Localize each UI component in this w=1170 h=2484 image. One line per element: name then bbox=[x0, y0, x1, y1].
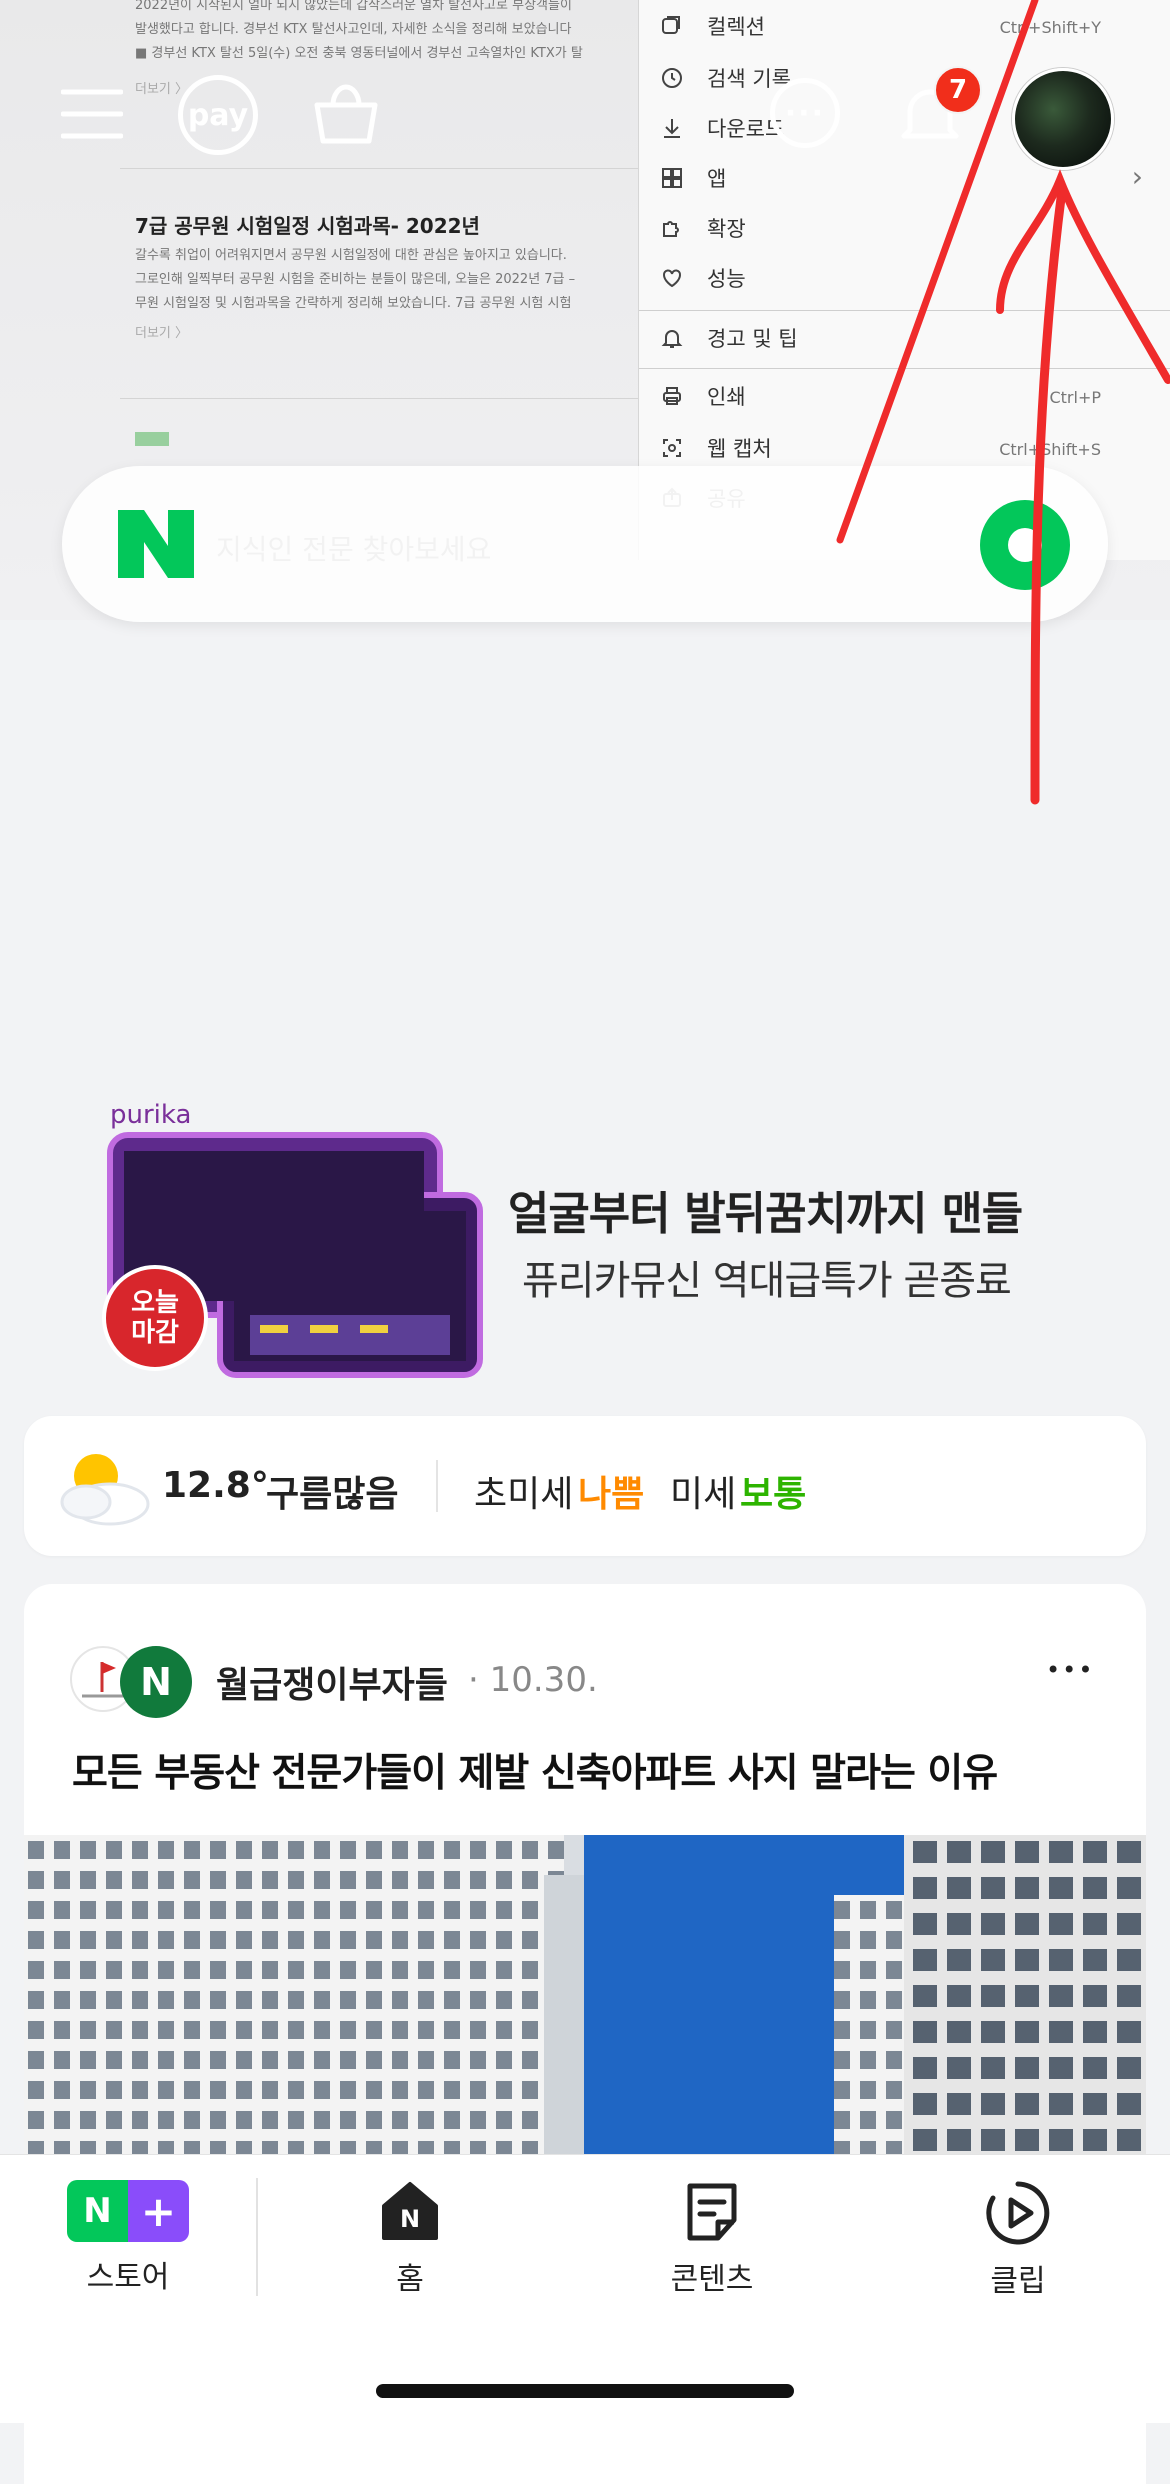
card-source-name[interactable]: 월급쟁이부자들 bbox=[216, 1656, 448, 1708]
dust-label: 미세 bbox=[670, 1474, 737, 1515]
tab-label: 콘텐츠 bbox=[670, 2262, 754, 2297]
home-icon: N bbox=[382, 2182, 438, 2240]
tab-divider bbox=[256, 2178, 258, 2296]
clip-play-icon bbox=[986, 2181, 1050, 2245]
card-more-options-icon[interactable]: ••• bbox=[1046, 1656, 1094, 1684]
fine-dust-label: 초미세 bbox=[474, 1474, 574, 1515]
tab-home[interactable]: N 홈 bbox=[310, 2180, 510, 2300]
svg-text:N: N bbox=[400, 2205, 420, 2233]
ad-subtitle[interactable]: 퓨리카뮤신 역대급특가 곧종료 bbox=[522, 1248, 1012, 1306]
naver-blog-n-icon: N bbox=[120, 1646, 192, 1718]
tab-contents[interactable]: 콘텐츠 bbox=[612, 2180, 812, 2300]
dust-value: 보통 bbox=[740, 1474, 807, 1515]
tab-label: 클립 bbox=[990, 2264, 1046, 2299]
contents-icon bbox=[687, 2183, 737, 2241]
home-indicator[interactable] bbox=[376, 2384, 794, 2398]
badge-line: 오늘 bbox=[131, 1288, 179, 1318]
weather-condition: 구름많음 bbox=[266, 1474, 399, 1515]
card-apartment-photo[interactable] bbox=[24, 1835, 1146, 2155]
red-annotation-arrow bbox=[836, 0, 1170, 805]
tab-label: 스토어 bbox=[86, 2260, 170, 2295]
fine-dust-value: 나쁨 bbox=[578, 1474, 645, 1515]
card-headline[interactable]: 모든 부동산 전문가들이 제발 신축아파트 사지 말라는 이유 bbox=[72, 1742, 998, 1798]
tab-label: 홈 bbox=[396, 2262, 424, 2297]
card-date: · 10.30. bbox=[468, 1660, 598, 1700]
ad-today-deadline-badge: 오늘 마감 bbox=[102, 1265, 208, 1371]
weather-temperature: 12.8° bbox=[162, 1465, 269, 1506]
ad-title[interactable]: 얼굴부터 발뒤꿈치까지 맨들 bbox=[508, 1177, 1023, 1242]
cloudy-sun-icon bbox=[60, 1454, 150, 1526]
badge-line: 마감 bbox=[131, 1318, 179, 1348]
tab-clip[interactable]: 클립 bbox=[918, 2180, 1118, 2300]
naver-plus-store-icon: N + bbox=[67, 2180, 189, 2242]
weather-divider bbox=[436, 1460, 438, 1512]
tab-store[interactable]: N + 스토어 bbox=[28, 2180, 228, 2300]
